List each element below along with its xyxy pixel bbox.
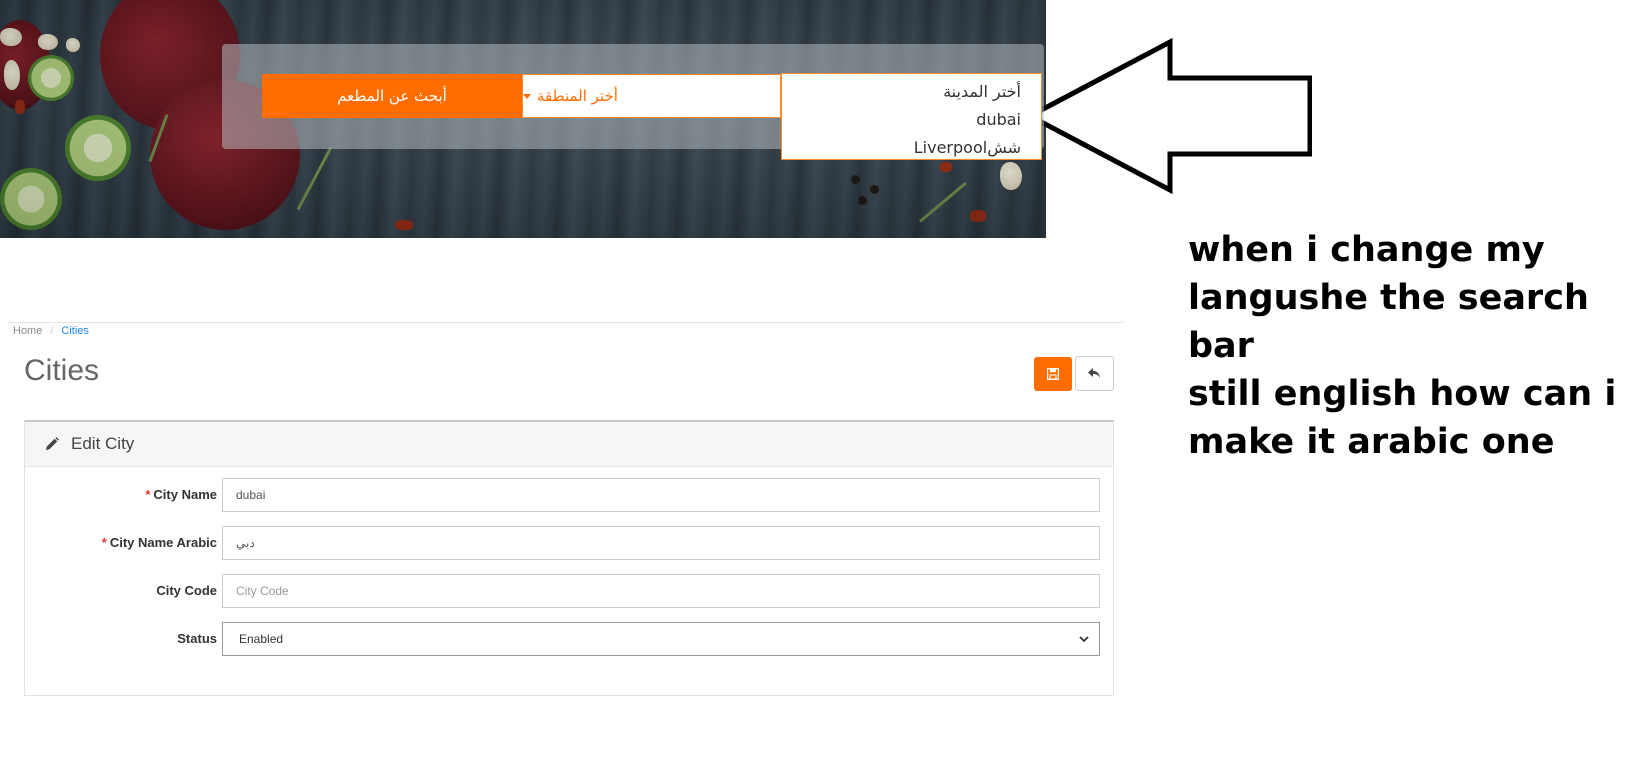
herb-decoration bbox=[296, 146, 333, 211]
food-decoration bbox=[38, 34, 58, 50]
search-restaurant-button[interactable]: أبحث عن المطعم bbox=[262, 74, 522, 118]
status-select[interactable]: Enabled bbox=[222, 622, 1100, 656]
label-text: City Name bbox=[153, 487, 217, 502]
city-code-input[interactable] bbox=[222, 574, 1100, 608]
city-option[interactable]: Liverpoolشش bbox=[782, 134, 1041, 162]
annotation-note: when i change my langushe the search bar… bbox=[1188, 230, 1617, 462]
city-name-arabic-input[interactable] bbox=[222, 526, 1100, 560]
herb-decoration bbox=[919, 181, 967, 223]
food-decoration bbox=[0, 168, 62, 230]
food-decoration bbox=[395, 220, 413, 230]
required-marker: * bbox=[145, 487, 151, 502]
reply-icon bbox=[1088, 368, 1100, 378]
label-text: City Name Arabic bbox=[109, 535, 217, 550]
food-decoration bbox=[65, 115, 131, 181]
save-button[interactable] bbox=[1034, 357, 1072, 391]
panel-title: Edit City bbox=[71, 434, 135, 453]
food-decoration bbox=[870, 185, 879, 194]
form-row-city-name-arabic: * City Name Arabic bbox=[25, 526, 1115, 562]
form-row-city-name: * City Name bbox=[25, 478, 1115, 514]
save-icon bbox=[1047, 368, 1059, 380]
food-decoration bbox=[858, 196, 867, 205]
form-row-city-code: City Code bbox=[25, 574, 1115, 610]
food-decoration bbox=[100, 0, 240, 130]
city-dropdown-list[interactable]: أختر المدينة dubai Liverpoolشش bbox=[781, 73, 1042, 160]
page-title: Cities bbox=[24, 354, 100, 387]
breadcrumb-cities[interactable]: Cities bbox=[61, 325, 89, 337]
form-row-status: Status Enabled bbox=[25, 622, 1115, 658]
panel-header: Edit City bbox=[25, 422, 1113, 467]
header-divider bbox=[8, 322, 1123, 323]
food-decoration bbox=[851, 175, 860, 184]
breadcrumb-home[interactable]: Home bbox=[13, 325, 42, 337]
pencil-icon bbox=[46, 437, 59, 450]
breadcrumb-separator: / bbox=[50, 325, 54, 337]
food-decoration bbox=[15, 100, 25, 114]
food-decoration bbox=[970, 210, 986, 222]
breadcrumb: Home / Cities bbox=[13, 325, 89, 337]
herb-decoration bbox=[148, 114, 169, 163]
chevron-down-icon bbox=[1079, 636, 1089, 643]
city-option[interactable]: أختر المدينة bbox=[782, 78, 1041, 106]
city-name-input[interactable] bbox=[222, 478, 1100, 512]
caret-down-icon bbox=[523, 93, 531, 99]
edit-city-panel: Edit City *City Name *City Name Arabic C… bbox=[24, 420, 1114, 696]
required-marker: * bbox=[101, 535, 107, 550]
city-code-label: City Code bbox=[156, 583, 217, 598]
status-value: Enabled bbox=[239, 632, 284, 646]
city-option[interactable]: dubai bbox=[782, 106, 1041, 134]
food-decoration bbox=[940, 162, 952, 172]
city-name-arabic-label: * City Name Arabic bbox=[102, 535, 217, 550]
status-label: Status bbox=[177, 631, 217, 646]
food-decoration bbox=[66, 38, 80, 52]
food-decoration bbox=[0, 20, 50, 110]
city-name-label: * City Name bbox=[145, 487, 217, 502]
region-dropdown-label: أختر المنطقة bbox=[537, 87, 618, 105]
arrow-left-icon bbox=[1024, 38, 1312, 195]
region-dropdown[interactable]: أختر المنطقة bbox=[522, 74, 781, 118]
food-decoration bbox=[0, 28, 22, 46]
food-decoration bbox=[28, 55, 74, 101]
food-decoration bbox=[1000, 162, 1022, 190]
food-decoration bbox=[4, 60, 20, 90]
back-button[interactable] bbox=[1075, 356, 1114, 391]
